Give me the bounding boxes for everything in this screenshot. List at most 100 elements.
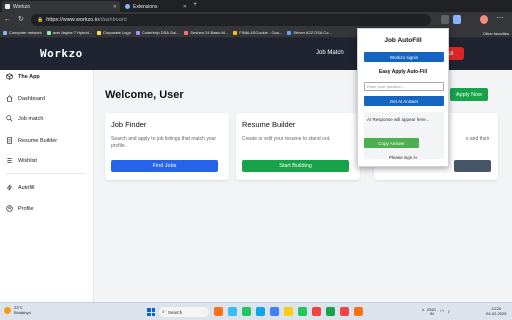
taskbar-app-icon[interactable]: [340, 307, 349, 316]
tab-extensions-title: Extensions: [133, 3, 158, 10]
weather-desc: Bhidbhyd: [14, 310, 31, 315]
job-finder-card: Job Finder Search and apply to job listi…: [105, 113, 229, 180]
workzo-signin-button[interactable]: Workzo signin: [364, 52, 444, 62]
weather-icon: [4, 306, 11, 314]
bookmark-icon: [287, 30, 292, 35]
close-icon[interactable]: ✕: [183, 4, 187, 10]
bookmark-item[interactable]: acer Aspire 7 Hybrid...: [46, 30, 93, 35]
lock-icon: 🔒: [37, 17, 44, 23]
taskbar-app-icon[interactable]: [298, 307, 307, 316]
url-domain: https://www.workzo.io: [46, 17, 100, 23]
search-icon: ⌕: [162, 309, 165, 315]
sidebar-item-resume-builder[interactable]: Resume Builder: [6, 137, 57, 144]
windows-taskbar: 23°C Bhidbhyd ⌕ Search ^ ENG IN ◠ ♪ 13:2…: [0, 302, 512, 320]
bookmark-label: FINAL4SCookie - Goo...: [239, 30, 283, 35]
weather-widget[interactable]: 23°C Bhidbhyd: [4, 305, 31, 315]
url-path: /dashboard: [99, 17, 127, 23]
taskbar-app-icon[interactable]: [284, 307, 293, 316]
taskbar-app-icon[interactable]: [326, 307, 335, 316]
taskbar-search[interactable]: ⌕ Search: [159, 307, 209, 317]
sidebar-item-label: Autofill: [18, 184, 35, 191]
apply-now-button[interactable]: Apply Now: [450, 88, 488, 101]
home-icon: [6, 95, 13, 102]
browser-tab-bar: Workzo ✕ Extensions ✕ +: [0, 0, 512, 12]
bookmark-item[interactable]: FINAL4SCookie - Goo...: [233, 30, 282, 35]
extension-icon[interactable]: [441, 15, 449, 24]
lang-region: IN: [429, 311, 434, 316]
sidebar-item-wishlist[interactable]: Wishlist: [6, 157, 37, 164]
bookmark-item[interactable]: Computer network: [3, 30, 42, 35]
system-clock[interactable]: 13:20 04-02-2025: [486, 306, 506, 316]
taskbar-app-icon[interactable]: [270, 307, 279, 316]
find-jobs-button[interactable]: Find Jobs: [111, 160, 218, 172]
bookmark-label: CodeHelp DSA Gui...: [141, 30, 180, 35]
sidebar-item-label: Resume Builder: [18, 137, 58, 144]
start-building-button[interactable]: Start Building: [242, 160, 349, 172]
weather-text: 23°C Bhidbhyd: [14, 305, 31, 315]
bookmark-item[interactable]: Corporate Logo: [97, 30, 131, 35]
browser-menu-icon[interactable]: ⋯: [496, 15, 504, 24]
tab-workzo[interactable]: Workzo ✕: [2, 1, 120, 12]
bookmark-label: Corporate Logo: [103, 30, 131, 35]
popup-title: Job AutoFill: [384, 37, 422, 44]
sidebar-app-label: The App: [18, 73, 40, 80]
sidebar-item-dashboard[interactable]: Dashboard: [6, 95, 45, 102]
profile-avatar-icon[interactable]: [480, 15, 488, 24]
sidebar-item-profile[interactable]: Profile: [6, 205, 34, 212]
bookmark-icon: [3, 30, 7, 35]
bookmark-label: Computer network: [9, 30, 42, 35]
bookmark-item[interactable]: CodeHelp DSA Gui...: [135, 30, 180, 35]
reload-icon[interactable]: ↻: [18, 16, 24, 24]
taskbar-app-icon[interactable]: [228, 307, 237, 316]
extensions-favicon-icon: [125, 4, 130, 9]
taskbar-app-icon[interactable]: [354, 307, 363, 316]
sidebar-item-autofill[interactable]: Autofill: [6, 184, 35, 191]
other-bookmarks[interactable]: Other favorites: [483, 31, 509, 36]
volume-icon[interactable]: ♪: [447, 309, 450, 315]
bookmark-item[interactable]: Striver A2Z DSA Co...: [287, 30, 332, 35]
bookmark-label: acer Aspire 7 Hybrid...: [52, 30, 93, 35]
sidebar-item-label: Dashboard: [18, 95, 45, 102]
document-icon: [6, 137, 13, 144]
job-autofill-extension-icon[interactable]: [453, 15, 461, 24]
brand-logo[interactable]: Workzo: [40, 47, 83, 60]
taskbar-app-icon[interactable]: [242, 307, 251, 316]
wifi-icon[interactable]: ◠: [440, 309, 444, 315]
sidebar-item-job-match[interactable]: Job match: [6, 115, 43, 122]
list-icon: [6, 157, 13, 164]
url-bar[interactable]: 🔒 https://www.workzo.io/dashboard: [31, 14, 431, 26]
nav-job-match[interactable]: Job Match: [316, 50, 344, 56]
bookmark-label: Striver A2Z DSA Co...: [293, 30, 332, 35]
taskbar-app-icon[interactable]: [312, 307, 321, 316]
windows-start-icon[interactable]: [147, 308, 155, 316]
question-input[interactable]: [364, 82, 444, 91]
easy-apply-label: Easy Apply Auto-Fill: [378, 69, 428, 75]
bookmark-item[interactable]: Seshen 24 Basic M...: [184, 30, 228, 35]
system-tray: ^ ENG IN ◠ ♪: [422, 308, 453, 316]
bookmark-icon: [46, 30, 51, 35]
chevron-up-icon[interactable]: ^: [422, 309, 424, 315]
bookmark-icon: [97, 30, 102, 35]
resume-builder-card: Resume Builder Create or edit your resum…: [236, 113, 360, 180]
card-title: Job Finder: [111, 120, 147, 129]
copy-answer-button[interactable]: Copy Answer: [364, 138, 419, 148]
taskbar-app-icon[interactable]: [256, 307, 265, 316]
language-indicator[interactable]: ENG IN: [427, 308, 436, 316]
get-ai-answer-button[interactable]: Get AI Answer: [364, 96, 444, 106]
ai-response-box: AI Response will appear here...: [364, 112, 444, 159]
tab-workzo-title: Workzo: [13, 3, 30, 10]
sidebar-item-label: Wishlist: [18, 157, 37, 164]
close-icon[interactable]: ✕: [113, 4, 117, 10]
bookmark-label: Seshen 24 Basic M...: [190, 30, 229, 35]
address-bar-row: ← ↻ 🔒 https://www.workzo.io/dashboard ⋯: [0, 12, 512, 28]
sidebar-divider: [6, 173, 86, 174]
card-action-button[interactable]: [454, 160, 491, 172]
bookmark-icon: [184, 30, 189, 35]
back-arrow-icon[interactable]: ←: [4, 16, 11, 24]
new-tab-button[interactable]: +: [193, 1, 197, 8]
page-title: Welcome, User: [105, 89, 184, 101]
tab-extensions[interactable]: Extensions ✕: [122, 1, 190, 12]
user-icon: [6, 205, 13, 212]
taskbar-app-icon[interactable]: [214, 307, 223, 316]
bolt-icon: [6, 184, 13, 191]
